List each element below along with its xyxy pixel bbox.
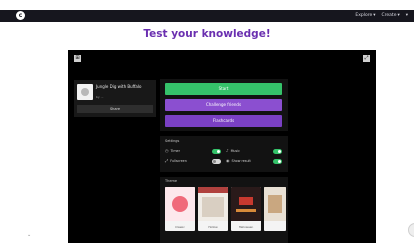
game-thumbnail [77, 84, 93, 100]
game-name: Jungle Dig with Buffalo [96, 84, 142, 89]
theme-image [264, 187, 286, 221]
theme-card[interactable]: Classic [165, 187, 195, 231]
chevron-down-icon: ▾ [373, 13, 376, 18]
start-button[interactable]: Start [165, 83, 282, 95]
expand-icon: ⤢ [165, 158, 169, 163]
setting-label: Fullscreen [170, 159, 187, 163]
theme-image [198, 187, 228, 221]
nav-create[interactable]: Create ▾ [382, 12, 400, 20]
setting-timer[interactable]: ◷ Timer [165, 148, 221, 154]
nav-explore-label: Explore [355, 13, 373, 18]
page-title: Test your knowledge! [143, 28, 271, 40]
toggle-switch[interactable] [273, 148, 282, 154]
theme-label: Halloween [238, 225, 254, 229]
themes-title: Theme [165, 179, 178, 183]
chevron-down-icon: ▾ [397, 13, 400, 18]
setting-fullscreen[interactable]: ⤢ Fullscreen [165, 158, 221, 164]
themes-panel: Theme Classic Hollow Halloween [160, 177, 288, 243]
setting-music[interactable]: ♪ Music [226, 148, 282, 154]
toggle-switch[interactable] [212, 158, 221, 164]
game-player: ⊞ ⤢ Jungle Dig with Buffalo by ... Share… [68, 50, 376, 243]
grid-icon[interactable]: ⊞ [74, 55, 81, 62]
setting-label: Music [230, 149, 240, 153]
logo-icon[interactable]: c [16, 11, 25, 20]
theme-image [165, 187, 195, 221]
game-author: by ... [96, 95, 104, 99]
clock-icon: ◷ [165, 148, 169, 153]
theme-card[interactable] [264, 187, 286, 231]
share-button[interactable]: Share [77, 105, 153, 113]
challenge-friends-button[interactable]: Challenge friends [165, 99, 282, 111]
top-navbar: c Explore ▾ Create ▾ ▾ [0, 10, 414, 22]
game-info-card: Jungle Dig with Buffalo by ... Share [74, 80, 156, 117]
setting-label: Show result [231, 159, 251, 163]
theme-card[interactable]: Hollow [198, 187, 228, 231]
theme-label: Classic [175, 225, 185, 229]
theme-label: Hollow [208, 225, 218, 229]
nav-explore[interactable]: Explore ▾ [355, 12, 375, 20]
toggle-switch[interactable] [273, 158, 282, 164]
nav-create-label: Create [381, 13, 397, 18]
theme-image [231, 187, 261, 221]
setting-label: Timer [170, 149, 180, 153]
theme-card[interactable]: Halloween [231, 187, 261, 231]
settings-panel: Settings ◷ Timer ♪ Music ⤢ Fullscreen ◉ … [160, 136, 288, 172]
settings-title: Settings [165, 139, 180, 143]
toggle-switch[interactable] [212, 148, 221, 154]
setting-show-result[interactable]: ◉ Show result [226, 158, 282, 164]
chevron-down-icon: ▾ [405, 13, 408, 18]
music-icon: ♪ [226, 148, 229, 153]
actions-panel: Start Challenge friends Flashcards [160, 79, 288, 131]
flashcards-button[interactable]: Flashcards [165, 115, 282, 127]
nav-menu[interactable]: ▾ [406, 12, 408, 20]
scroll-down-icon[interactable]: ⌄ [27, 232, 31, 238]
next-arrow-icon[interactable]: › [408, 223, 414, 237]
top-nav: Explore ▾ Create ▾ ▾ [355, 12, 408, 20]
eye-icon: ◉ [226, 158, 230, 163]
fullscreen-icon[interactable]: ⤢ [363, 55, 370, 62]
